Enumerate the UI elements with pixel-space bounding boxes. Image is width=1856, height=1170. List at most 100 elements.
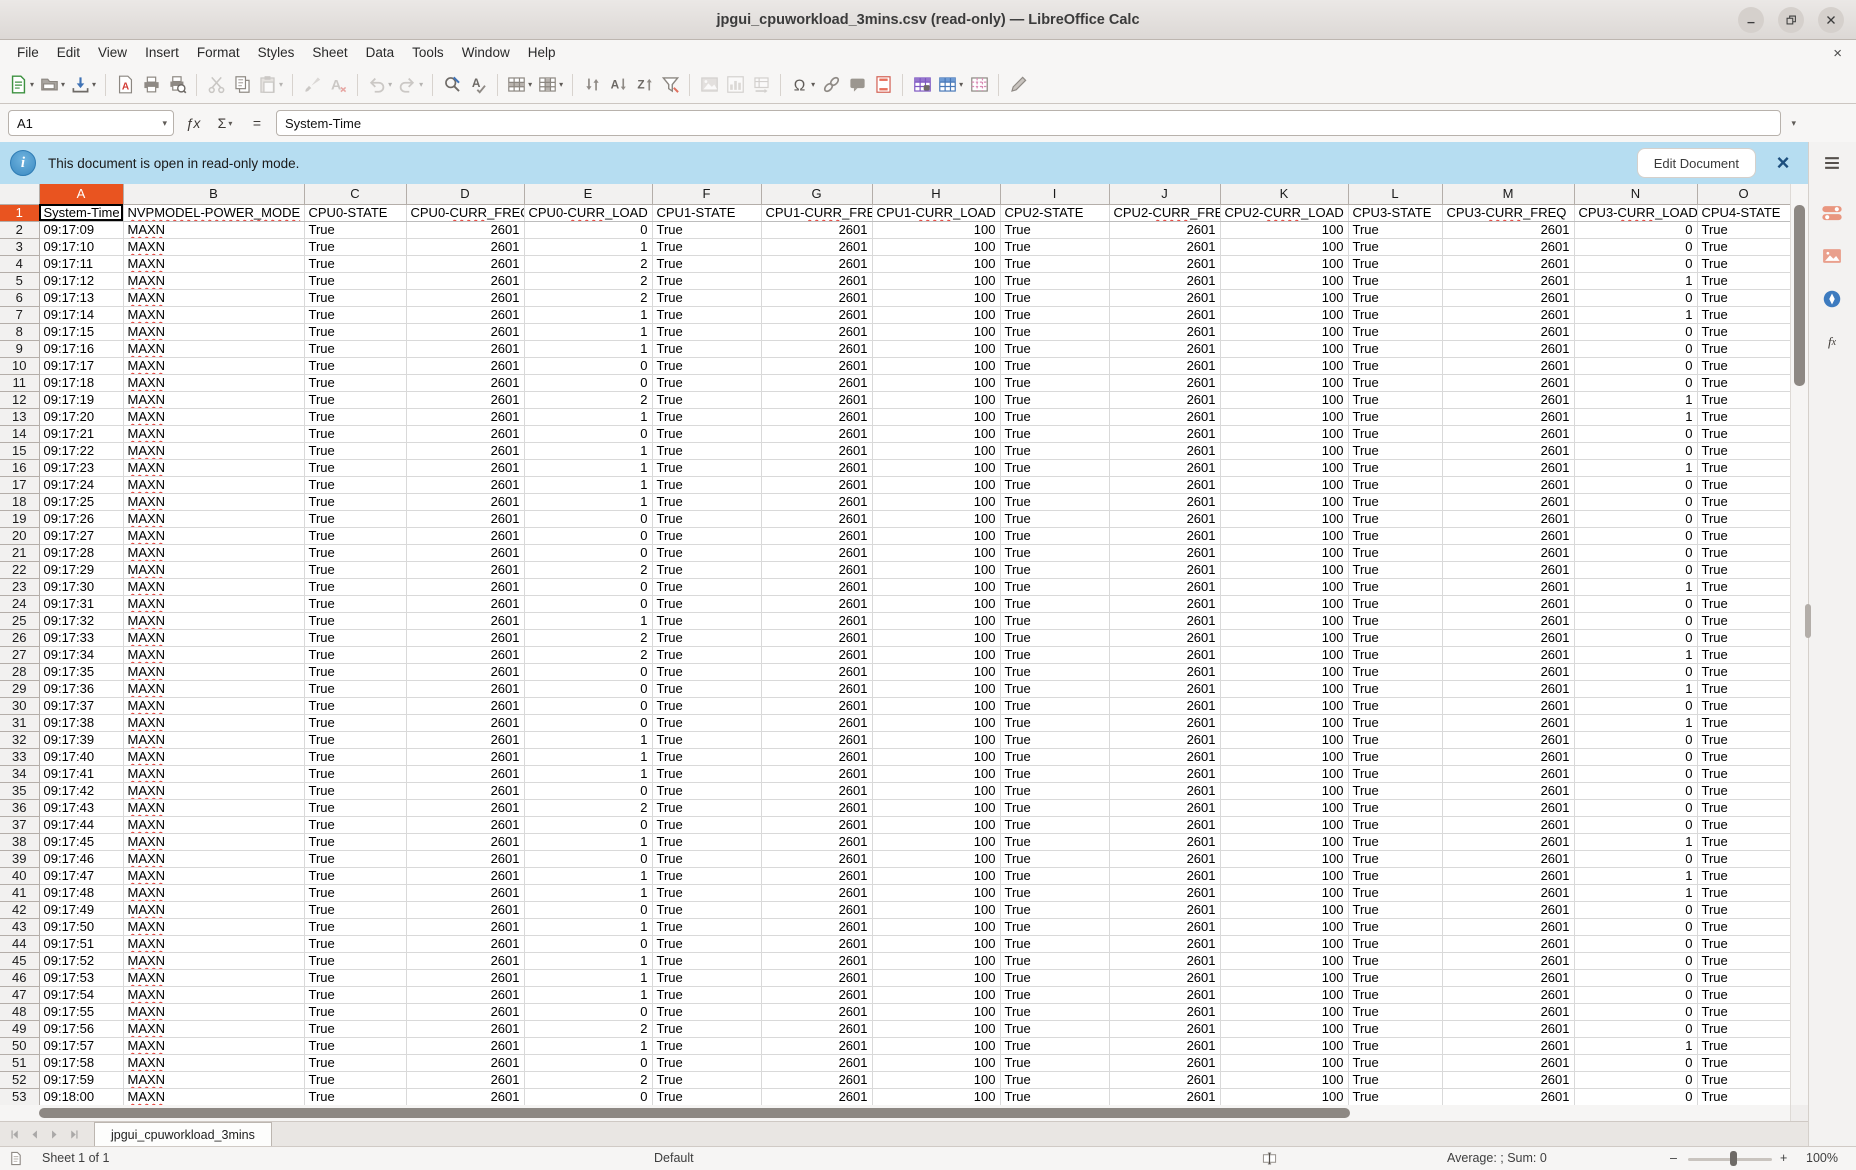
row-header-21[interactable]: 21 (0, 544, 39, 561)
cell-K20[interactable]: 100 (1220, 527, 1348, 544)
cell-A12[interactable]: 09:17:19 (39, 391, 123, 408)
cell-A33[interactable]: 09:17:40 (39, 748, 123, 765)
row-header-4[interactable]: 4 (0, 255, 39, 272)
column-header-L[interactable]: L (1348, 184, 1442, 204)
cell-O31[interactable]: True (1697, 714, 1790, 731)
cell-G40[interactable]: 2601 (761, 867, 872, 884)
cell-B25[interactable]: MAXN (123, 612, 304, 629)
cell-F50[interactable]: True (652, 1037, 761, 1054)
column-header-H[interactable]: H (872, 184, 1000, 204)
cell-G28[interactable]: 2601 (761, 663, 872, 680)
cell-F42[interactable]: True (652, 901, 761, 918)
cell-A24[interactable]: 09:17:31 (39, 595, 123, 612)
row-header-12[interactable]: 12 (0, 391, 39, 408)
row-header-1[interactable]: 1 (0, 204, 39, 221)
cell-M37[interactable]: 2601 (1442, 816, 1574, 833)
cell-K37[interactable]: 100 (1220, 816, 1348, 833)
cell-B51[interactable]: MAXN (123, 1054, 304, 1071)
split-window-button[interactable]: ▾ (935, 71, 966, 99)
cell-F30[interactable]: True (652, 697, 761, 714)
cell-F25[interactable]: True (652, 612, 761, 629)
cell-H1[interactable]: CPU1-CURR_LOAD (872, 204, 1000, 221)
cell-M32[interactable]: 2601 (1442, 731, 1574, 748)
cell-M3[interactable]: 2601 (1442, 238, 1574, 255)
cell-D43[interactable]: 2601 (406, 918, 524, 935)
cell-H6[interactable]: 100 (872, 289, 1000, 306)
show-draw-functions-button[interactable] (1005, 71, 1031, 99)
cell-J51[interactable]: 2601 (1109, 1054, 1220, 1071)
column-header-M[interactable]: M (1442, 184, 1574, 204)
cell-D14[interactable]: 2601 (406, 425, 524, 442)
cell-G43[interactable]: 2601 (761, 918, 872, 935)
cell-G14[interactable]: 2601 (761, 425, 872, 442)
cell-B52[interactable]: MAXN (123, 1071, 304, 1088)
expand-formula-bar-icon[interactable]: ▾ (1787, 118, 1800, 129)
cell-G26[interactable]: 2601 (761, 629, 872, 646)
cell-A37[interactable]: 09:17:44 (39, 816, 123, 833)
cell-A38[interactable]: 09:17:45 (39, 833, 123, 850)
cell-J46[interactable]: 2601 (1109, 969, 1220, 986)
cell-K52[interactable]: 100 (1220, 1071, 1348, 1088)
cell-G17[interactable]: 2601 (761, 476, 872, 493)
cell-H33[interactable]: 100 (872, 748, 1000, 765)
cell-O45[interactable]: True (1697, 952, 1790, 969)
cell-E8[interactable]: 1 (524, 323, 652, 340)
cell-D36[interactable]: 2601 (406, 799, 524, 816)
menu-item-data[interactable]: Data (357, 40, 404, 66)
cell-F17[interactable]: True (652, 476, 761, 493)
cell-E46[interactable]: 1 (524, 969, 652, 986)
cell-N29[interactable]: 1 (1574, 680, 1697, 697)
cell-H41[interactable]: 100 (872, 884, 1000, 901)
cell-B4[interactable]: MAXN (123, 255, 304, 272)
cell-M18[interactable]: 2601 (1442, 493, 1574, 510)
cell-N39[interactable]: 0 (1574, 850, 1697, 867)
cell-E14[interactable]: 0 (524, 425, 652, 442)
cell-L25[interactable]: True (1348, 612, 1442, 629)
cell-M23[interactable]: 2601 (1442, 578, 1574, 595)
cell-D5[interactable]: 2601 (406, 272, 524, 289)
cell-G5[interactable]: 2601 (761, 272, 872, 289)
cell-J17[interactable]: 2601 (1109, 476, 1220, 493)
cell-D48[interactable]: 2601 (406, 1003, 524, 1020)
cell-D50[interactable]: 2601 (406, 1037, 524, 1054)
cell-N12[interactable]: 1 (1574, 391, 1697, 408)
cell-L3[interactable]: True (1348, 238, 1442, 255)
cell-H25[interactable]: 100 (872, 612, 1000, 629)
cell-F3[interactable]: True (652, 238, 761, 255)
cell-D18[interactable]: 2601 (406, 493, 524, 510)
cell-A14[interactable]: 09:17:21 (39, 425, 123, 442)
cell-G24[interactable]: 2601 (761, 595, 872, 612)
cell-A51[interactable]: 09:17:58 (39, 1054, 123, 1071)
cell-M14[interactable]: 2601 (1442, 425, 1574, 442)
cell-C6[interactable]: True (304, 289, 406, 306)
cell-F35[interactable]: True (652, 782, 761, 799)
column-button[interactable]: ▾ (535, 71, 566, 99)
clone-formatting-button[interactable] (299, 71, 325, 99)
cell-N15[interactable]: 0 (1574, 442, 1697, 459)
cell-C52[interactable]: True (304, 1071, 406, 1088)
cell-B16[interactable]: MAXN (123, 459, 304, 476)
cell-J29[interactable]: 2601 (1109, 680, 1220, 697)
cell-J28[interactable]: 2601 (1109, 663, 1220, 680)
cell-L52[interactable]: True (1348, 1071, 1442, 1088)
cell-I1[interactable]: CPU2-STATE (1000, 204, 1109, 221)
cell-I35[interactable]: True (1000, 782, 1109, 799)
cell-B1[interactable]: NVPMODEL-POWER_MODE (123, 204, 304, 221)
cell-L14[interactable]: True (1348, 425, 1442, 442)
cell-J7[interactable]: 2601 (1109, 306, 1220, 323)
cell-M12[interactable]: 2601 (1442, 391, 1574, 408)
cell-A20[interactable]: 09:17:27 (39, 527, 123, 544)
cell-I9[interactable]: True (1000, 340, 1109, 357)
cell-F52[interactable]: True (652, 1071, 761, 1088)
cell-E37[interactable]: 0 (524, 816, 652, 833)
row-header-17[interactable]: 17 (0, 476, 39, 493)
cell-C31[interactable]: True (304, 714, 406, 731)
cell-B40[interactable]: MAXN (123, 867, 304, 884)
cell-N6[interactable]: 0 (1574, 289, 1697, 306)
cell-L46[interactable]: True (1348, 969, 1442, 986)
open-button[interactable]: ▾ (37, 71, 68, 99)
row-header-6[interactable]: 6 (0, 289, 39, 306)
cell-O12[interactable]: True (1697, 391, 1790, 408)
cell-B50[interactable]: MAXN (123, 1037, 304, 1054)
cell-J23[interactable]: 2601 (1109, 578, 1220, 595)
